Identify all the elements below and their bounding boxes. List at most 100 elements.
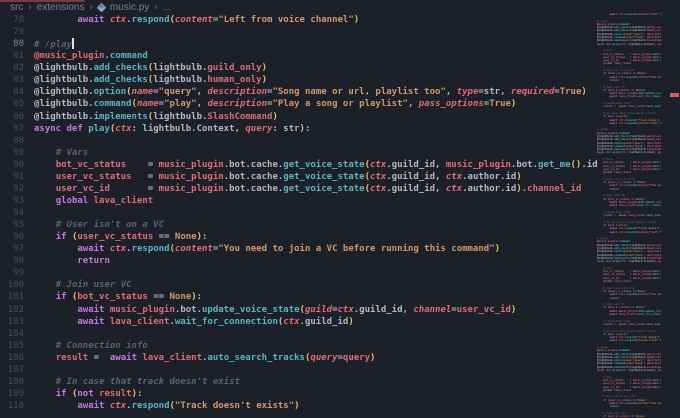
code-token: global [603, 388, 615, 392]
minimap-line: await lava_client.wait_for_connection(ct… [597, 204, 662, 208]
line-number[interactable]: 96 [0, 231, 24, 243]
code-token: True [489, 99, 511, 110]
line-number[interactable]: 109 [0, 388, 24, 400]
code-token: pass_options [418, 99, 484, 110]
line-number[interactable]: 87 [0, 123, 24, 135]
code-token: global [603, 171, 615, 175]
code-line-88: 88 [0, 135, 597, 147]
line-number[interactable]: 110 [0, 400, 24, 412]
code-token: ctx [445, 171, 463, 182]
line-number[interactable]: 102 [0, 304, 24, 316]
line-number[interactable]: 98 [0, 255, 24, 267]
line-number[interactable]: 94 [0, 207, 24, 219]
line-number[interactable]: 81 [0, 50, 24, 62]
code-line-103: 103 await lava_client.wait_for_connectio… [0, 316, 597, 328]
code-token: ctx [369, 171, 387, 182]
code-token: @music_plugin [34, 51, 105, 62]
line-content: await ctx.respond(content="You need to j… [24, 243, 500, 255]
line-number[interactable]: 82 [0, 62, 24, 74]
line-number[interactable]: 108 [0, 376, 24, 388]
code-token: lava_client [618, 204, 637, 208]
line-content: bot_vc_status = music_plugin.bot.cache.g… [24, 159, 597, 171]
line-number[interactable]: 100 [0, 279, 24, 291]
code-token: global [603, 62, 615, 66]
line-number[interactable]: 106 [0, 352, 24, 364]
code-token: == [147, 292, 170, 303]
code-token: bot_vc_status [55, 159, 127, 170]
line-number[interactable]: 91 [0, 171, 24, 183]
error-marker-overview [670, 93, 679, 97]
line-number[interactable]: 99 [0, 267, 24, 279]
code-token: user_vc_id [55, 183, 110, 194]
line-number[interactable]: 90 [0, 159, 24, 171]
code-token: # Vars [55, 147, 89, 158]
code-token: ) [348, 316, 354, 327]
code-token: ctx [445, 183, 463, 194]
code-token: "Track doesn't exists" [174, 401, 295, 411]
breadcrumb-item-src[interactable]: src [10, 2, 23, 13]
code-token: # Connection info [55, 340, 148, 351]
line-number[interactable]: 103 [0, 316, 24, 328]
line-number[interactable]: 88 [0, 135, 24, 147]
code-token: async def [34, 123, 89, 134]
minimap[interactable]: await ctx.respond(content="Left from voi… [597, 13, 661, 418]
line-number[interactable]: 79 [0, 26, 24, 38]
line-number[interactable]: 93 [0, 195, 24, 207]
line-number[interactable]: 83 [0, 74, 24, 86]
code-token: result [99, 388, 132, 399]
line-number[interactable]: 86 [0, 111, 24, 123]
code-token: content [174, 15, 213, 25]
code-editor-area[interactable]: 78 await ctx.respond(content="Left from … [0, 14, 597, 418]
code-token: add_checks [93, 63, 148, 74]
code-token: content [637, 75, 649, 79]
line-number[interactable]: 80 [0, 38, 24, 50]
code-token: @lightbulb. [34, 99, 94, 110]
code-token: get_voice_state [283, 183, 365, 194]
overview-ruler[interactable] [664, 0, 680, 418]
line-number[interactable]: 95 [0, 219, 24, 231]
code-line-89: 89 # Vars [0, 147, 597, 159]
code-line-92: 92 user_vc_id = music_plugin.bot.cache.g… [0, 183, 597, 195]
minimap-line: result = await lava_client.auto_search_t… [597, 105, 661, 108]
code-token: "You need to join a VC before running th… [650, 184, 661, 188]
line-content: @music_plugin.command [24, 50, 148, 62]
line-number[interactable]: 105 [0, 340, 24, 352]
line-number[interactable]: 84 [0, 86, 24, 98]
line-number[interactable]: 107 [0, 364, 24, 376]
line-number[interactable]: 104 [0, 328, 24, 340]
code-token: await [77, 401, 110, 411]
code-token: if [55, 388, 72, 399]
line-number[interactable]: 89 [0, 147, 24, 159]
line-number[interactable]: 97 [0, 243, 24, 255]
line-number[interactable]: 78 [0, 14, 24, 26]
breadcrumb-item-extensions[interactable]: extensions [37, 2, 85, 13]
code-token: human_only [207, 75, 262, 86]
code-token: auto_search_tracks [647, 214, 661, 218]
code-editor-window: src › extensions › music.py ›... 78 await ctx… [0, 0, 680, 418]
breadcrumb-item-music-py[interactable]: music.py [110, 2, 149, 13]
code-line-97: 97 await ctx.respond(content="You need t… [0, 243, 597, 255]
code-token: : lightbulb.Context, [625, 369, 658, 373]
code-token: : lightbulb.Context, [625, 151, 658, 155]
line-number[interactable]: 92 [0, 183, 24, 195]
breadcrumb-item--[interactable]: ... [163, 2, 171, 13]
code-token: .bot.cache. [651, 167, 661, 171]
code-token: async def [597, 42, 613, 46]
code-token: ctx [370, 183, 387, 194]
code-token: .guild_id [299, 316, 349, 327]
code-token: respond [625, 402, 637, 406]
code-token: global [603, 280, 615, 284]
line-content: @lightbulb.add_checks(lightbulb.human_on… [24, 74, 267, 86]
line-number[interactable]: 101 [0, 291, 24, 303]
code-token: user_vc_status [55, 171, 132, 182]
code-token: lava_client [618, 95, 637, 99]
line-content: if (bot_vc_status == None): [24, 291, 202, 303]
code-token: True [559, 87, 582, 98]
line-number[interactable]: 85 [0, 98, 24, 110]
code-token: SlashCommand [207, 111, 273, 122]
